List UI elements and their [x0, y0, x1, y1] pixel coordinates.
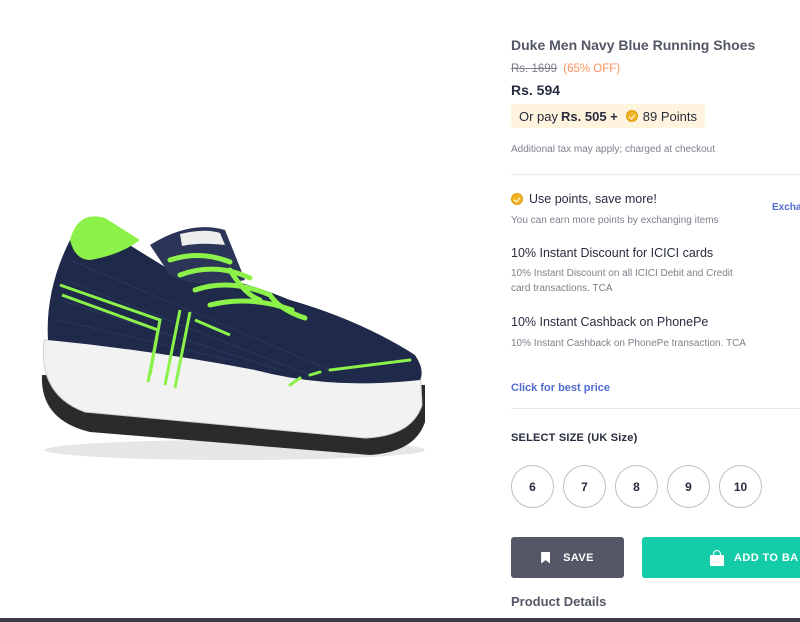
- product-title: Duke Men Navy Blue Running Shoes: [511, 37, 756, 53]
- save-button[interactable]: SAVE: [511, 537, 624, 578]
- product-details-heading: Product Details: [511, 594, 607, 609]
- bottom-border: [0, 618, 800, 622]
- points-offer-badge: Or pay Rs. 505 + 89 Points: [511, 104, 705, 128]
- price-mrp-row: Rs. 1699 (65% OFF): [511, 63, 620, 75]
- product-image[interactable]: [0, 0, 480, 622]
- points-cash: Rs. 505 +: [561, 108, 618, 124]
- size-section-title: SELECT SIZE (UK Size): [511, 432, 638, 444]
- add-to-bag-label: ADD TO BA: [734, 551, 799, 564]
- divider: [511, 174, 800, 175]
- coin-icon: [511, 193, 523, 205]
- discount-percent: (65% OFF): [563, 63, 621, 75]
- size-option[interactable]: 6: [511, 465, 554, 508]
- size-option[interactable]: 10: [719, 465, 762, 508]
- offer-title-points: Use points, save more!: [511, 192, 657, 206]
- divider: [511, 408, 800, 409]
- selling-price: Rs. 594: [511, 82, 561, 98]
- mrp-price: Rs. 1699: [511, 63, 558, 75]
- offer-title-phonepe: 10% Instant Cashback on PhonePe: [511, 315, 709, 329]
- add-to-bag-button[interactable]: ADD TO BA: [642, 537, 800, 578]
- offer-title-text: Use points, save more!: [529, 192, 657, 206]
- size-option[interactable]: 9: [667, 465, 710, 508]
- size-option[interactable]: 7: [563, 465, 606, 508]
- size-selector: 6 7 8 9 10: [511, 465, 762, 508]
- offer-desc-phonepe: 10% Instant Cashback on PhonePe transact…: [511, 338, 746, 349]
- offer-desc-points: You can earn more points by exchanging i…: [511, 215, 719, 226]
- points-amount: 89 Points: [642, 108, 697, 124]
- offer-title-icici: 10% Instant Discount for ICICI cards: [511, 246, 714, 260]
- offer-desc-icici: 10% Instant Discount on all ICICI Debit …: [511, 268, 733, 294]
- running-shoe-image: [41, 216, 426, 460]
- tax-note: Additional tax may apply; charged at che…: [511, 144, 716, 155]
- shopping-bag-icon: [710, 549, 724, 566]
- save-label: SAVE: [563, 551, 594, 564]
- product-info-panel: Duke Men Navy Blue Running Shoes Rs. 169…: [511, 0, 800, 622]
- best-price-link[interactable]: Click for best price: [511, 382, 610, 394]
- size-option[interactable]: 8: [615, 465, 658, 508]
- points-prefix: Or pay: [519, 108, 559, 124]
- exchange-link[interactable]: Excha: [772, 202, 800, 213]
- coin-icon: [625, 110, 638, 122]
- bookmark-icon: [541, 551, 551, 564]
